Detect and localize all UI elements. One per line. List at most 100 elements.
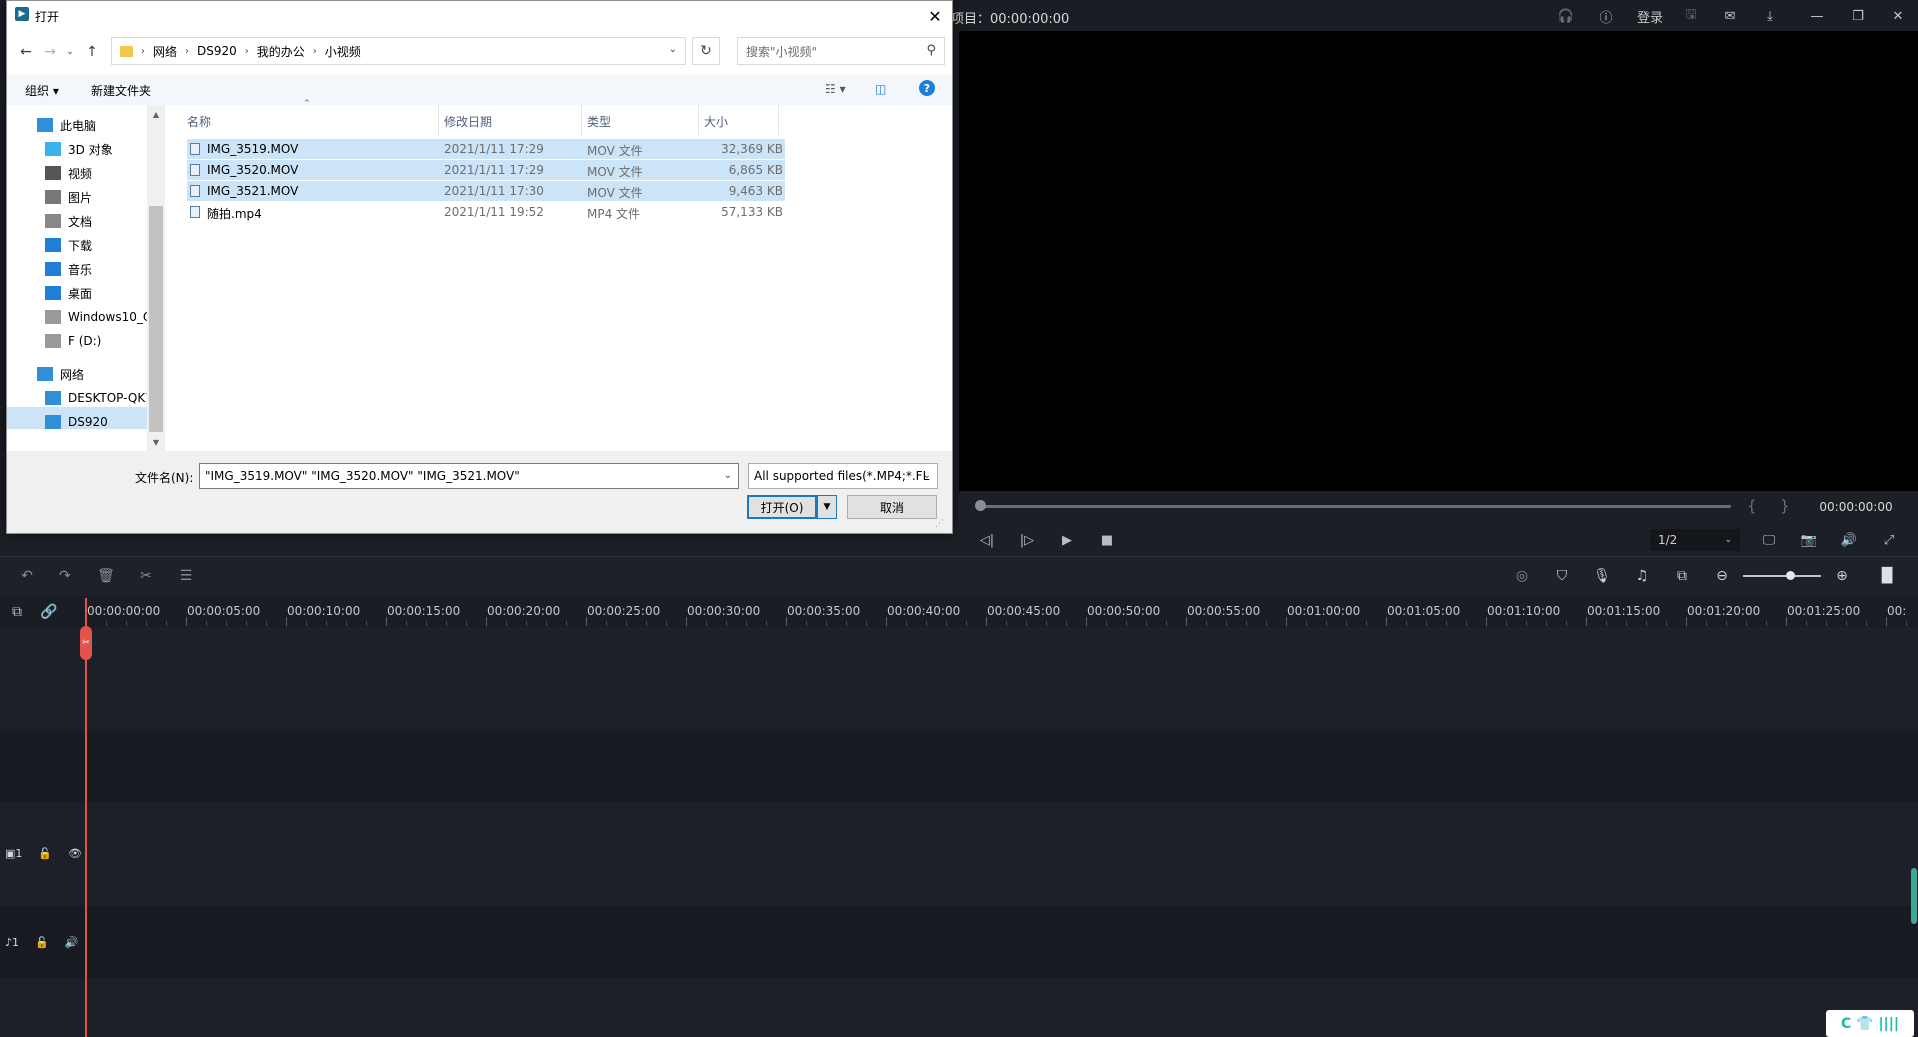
new-folder-button[interactable]: 新建文件夹 xyxy=(91,82,151,99)
mixer-icon[interactable]: ♫ xyxy=(1631,566,1653,586)
marker-icon[interactable]: ⛉ xyxy=(1551,566,1573,586)
undo-icon[interactable]: ↶ xyxy=(16,566,38,586)
download-icon[interactable]: ⤓ xyxy=(1759,5,1781,27)
column-date[interactable]: 修改日期 xyxy=(444,113,492,130)
file-name: IMG_3519.MOV xyxy=(207,142,299,156)
restore-icon[interactable]: ❐ xyxy=(1847,5,1869,27)
column-type[interactable]: 类型 xyxy=(587,113,611,130)
quality-select[interactable]: 1/2 ⌄ xyxy=(1650,529,1740,551)
split-screen-icon[interactable]: ⧉ xyxy=(1671,566,1693,586)
mark-out-icon[interactable]: } xyxy=(1780,497,1790,515)
save-icon[interactable]: 🖫 xyxy=(1680,5,1702,27)
filename-input[interactable]: "IMG_3519.MOV" "IMG_3520.MOV" "IMG_3521.… xyxy=(199,463,739,489)
tree-item[interactable]: 网络 xyxy=(37,363,157,385)
refresh-icon[interactable]: ↻ xyxy=(692,37,720,65)
panel-toggle-icon[interactable]: ▐▌ xyxy=(1876,566,1898,586)
monitor-icon[interactable]: 🖵 xyxy=(1758,531,1780,549)
support-icon[interactable]: 🎧 xyxy=(1555,5,1577,27)
playhead[interactable] xyxy=(85,598,87,1037)
cut-icon[interactable]: ✂ xyxy=(135,566,157,586)
mark-in-icon[interactable]: { xyxy=(1747,497,1757,515)
snapshot-icon[interactable]: 📷 xyxy=(1798,531,1820,549)
breadcrumb-office[interactable]: 我的办公 xyxy=(257,43,305,60)
add-track-icon[interactable]: ⧉ xyxy=(6,602,28,622)
file-row[interactable]: IMG_3520.MOV 2021/1/11 17:29 MOV 文件 6,865 K… xyxy=(187,160,785,180)
chevron-down-icon[interactable]: ⌄ xyxy=(724,470,732,481)
render-icon[interactable]: ◎ xyxy=(1511,566,1533,586)
preview-scrubber[interactable] xyxy=(978,505,1731,508)
view-options-icon[interactable]: ☷ ▾ xyxy=(825,82,846,96)
back-icon[interactable]: ← xyxy=(15,39,37,65)
video-track-header: ▣1 🔓 👁 xyxy=(5,847,82,860)
recent-dropdown-icon[interactable]: ⌄ xyxy=(59,39,81,65)
up-icon[interactable]: ↑ xyxy=(81,39,103,65)
scroll-up-icon[interactable]: ▲ xyxy=(149,107,163,121)
video-file-icon xyxy=(190,206,200,218)
file-row[interactable]: IMG_3519.MOV 2021/1/11 17:29 MOV 文件 32,369 … xyxy=(187,139,785,159)
column-name[interactable]: 名称 xyxy=(187,113,211,130)
video-track[interactable] xyxy=(0,802,1918,906)
resize-grip-icon[interactable]: ⋰ xyxy=(935,519,944,529)
search-input[interactable]: 搜索"小视频" ⚲ xyxy=(737,37,945,65)
open-options-icon[interactable]: ▼ xyxy=(817,495,837,519)
prev-frame-icon[interactable]: ◁| xyxy=(976,531,998,549)
mic-icon[interactable]: 🎙 xyxy=(1591,566,1613,586)
video-file-icon xyxy=(190,185,200,197)
play-icon[interactable]: ▶ xyxy=(1056,531,1078,549)
column-divider[interactable] xyxy=(698,105,699,135)
column-divider[interactable] xyxy=(581,105,582,135)
file-row[interactable]: IMG_3521.MOV 2021/1/11 17:30 MOV 文件 9,463 K… xyxy=(187,181,785,201)
breadcrumb-ds920[interactable]: DS920 xyxy=(197,44,237,58)
adjust-icon[interactable]: ☰ xyxy=(175,566,197,586)
help-icon[interactable]: ? xyxy=(919,80,935,96)
delete-icon[interactable]: 🗑 xyxy=(95,566,117,586)
zoom-in-icon[interactable]: ⊕ xyxy=(1831,566,1853,586)
preview-pane-icon[interactable]: ◫ xyxy=(875,82,886,96)
volume-icon[interactable]: 🔊 xyxy=(1838,531,1860,549)
breadcrumb-videos[interactable]: 小视频 xyxy=(325,43,361,60)
playhead-handle[interactable]: ✂ xyxy=(80,626,92,660)
tree-scroll-thumb[interactable] xyxy=(149,206,163,432)
next-frame-icon[interactable]: |▷ xyxy=(1016,531,1038,549)
forward-icon[interactable]: → xyxy=(39,39,61,65)
info-icon[interactable]: ⓘ xyxy=(1595,5,1617,27)
scroll-down-icon[interactable]: ▼ xyxy=(149,435,163,449)
column-divider[interactable] xyxy=(438,105,439,135)
zoom-slider[interactable] xyxy=(1743,575,1821,577)
ruler-tick-label: 00:01:10:00 xyxy=(1487,604,1561,618)
login-button[interactable]: 登录 xyxy=(1630,5,1670,27)
column-size[interactable]: 大小 xyxy=(704,113,728,130)
close-window-icon[interactable]: ✕ xyxy=(1887,5,1909,27)
address-bar[interactable]: › 网络 › DS920 › 我的办公 › 小视频 ⌄ xyxy=(111,37,686,65)
tree-item[interactable]: 此电脑 xyxy=(37,114,157,136)
stop-icon[interactable]: ■ xyxy=(1096,531,1118,549)
audio-track[interactable] xyxy=(0,978,1918,1037)
dialog-close-button[interactable]: ✕ xyxy=(922,3,948,29)
minimize-icon[interactable]: — xyxy=(1806,5,1828,27)
mail-icon[interactable]: ✉ xyxy=(1719,5,1741,27)
eye-icon[interactable]: 👁 xyxy=(68,847,82,860)
breadcrumb-network[interactable]: 网络 xyxy=(153,43,177,60)
timeline-scrollbar[interactable] xyxy=(1911,868,1917,924)
zoom-slider-handle[interactable] xyxy=(1786,571,1795,580)
ruler-tick-label: 00: xyxy=(1887,604,1907,618)
file-row[interactable]: 随拍.mp4 2021/1/11 19:52 MP4 文件 57,133 KB xyxy=(187,202,785,222)
link-icon[interactable]: 🔗 xyxy=(38,602,60,622)
search-icon[interactable]: ⚲ xyxy=(926,43,936,58)
redo-icon[interactable]: ↷ xyxy=(54,566,76,586)
tree-item-label: 此电脑 xyxy=(60,118,97,133)
speaker-icon[interactable]: 🔊 xyxy=(65,936,79,949)
fullscreen-icon[interactable]: ⤢ xyxy=(1878,531,1900,549)
chevron-down-icon[interactable]: ⌄ xyxy=(669,44,677,55)
filetype-select[interactable]: All supported files(*.MP4;*.FL ⌄ xyxy=(748,463,938,489)
organize-menu[interactable]: 组织 ▾ xyxy=(25,82,59,99)
file-type: MOV 文件 xyxy=(587,186,643,200)
zoom-out-icon[interactable]: ⊖ xyxy=(1711,566,1733,586)
lock-icon[interactable]: 🔓 xyxy=(35,936,49,949)
open-button[interactable]: 打开(O) xyxy=(747,495,817,519)
scrubber-handle[interactable] xyxy=(975,500,986,511)
desktop-icon xyxy=(45,286,61,300)
cancel-button[interactable]: 取消 xyxy=(847,495,937,519)
lock-icon[interactable]: 🔓 xyxy=(38,847,52,860)
column-divider[interactable] xyxy=(778,105,779,135)
